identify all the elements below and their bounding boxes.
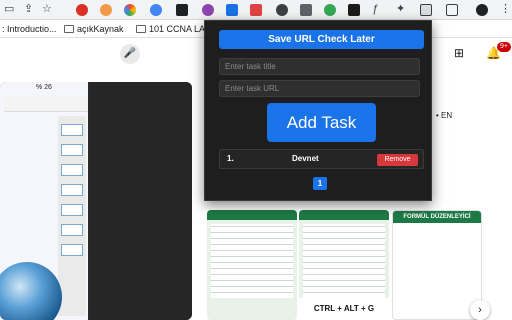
extension-shield-icon[interactable] [300,4,312,16]
pagination-page-button[interactable]: 1 [313,177,327,190]
add-task-button[interactable]: Add Task [267,103,376,142]
extension-mail-icon[interactable] [250,4,262,16]
extension-blue-icon[interactable] [150,4,162,16]
slide-thumb [61,144,83,156]
slide-thumb [61,124,83,136]
extension-gray-icon[interactable] [276,4,288,16]
bookmark-label: : Introductio... [2,24,57,34]
dark-panel [90,82,192,320]
excel-ribbon [299,210,389,220]
extension-doc-icon[interactable] [226,4,238,16]
task-list-item: 1. Devnet Remove [219,149,424,169]
folder-icon [64,25,74,33]
browser-toolbar: ▭ ⇪ ☆ ƒ ✦ ⋮ [0,0,512,20]
share-icon[interactable]: ⇪ [24,2,33,16]
video-thumbnail-formula[interactable]: FORMÜL DÜZENLEYİCİ [392,210,482,320]
slide-thumb [61,164,83,176]
extension-orange-icon[interactable] [100,4,112,16]
profile-icon[interactable] [476,4,488,16]
formula-header: FORMÜL DÜZENLEYİCİ [393,211,481,223]
extension-fx-icon[interactable]: ƒ [372,2,378,16]
mic-icon[interactable]: 🎤 [120,44,140,64]
video-thumbnail-left[interactable]: % 26 [0,82,192,320]
extension-red-icon[interactable] [76,4,88,16]
tab-search-icon[interactable] [446,4,458,16]
create-video-icon[interactable]: ⊞ [454,46,464,60]
video-thumbnail-excel-1[interactable] [207,210,297,320]
extension-dark-icon[interactable] [176,4,188,16]
chevron-right-icon[interactable]: › [470,300,490,320]
bookmark-star-icon[interactable]: ☆ [42,2,52,16]
extension-green-icon[interactable] [324,4,336,16]
folder-icon [136,25,146,33]
excel-ribbon [207,210,297,220]
task-index: 1. [227,154,234,163]
extension-colorful-icon[interactable] [124,4,136,16]
task-name[interactable]: Devnet [292,154,319,163]
phone-toolbar [4,96,88,112]
bookmark-label: açıkKaynak [77,24,124,34]
slide-thumb [61,184,83,196]
save-url-button[interactable]: Save URL Check Later [219,30,424,49]
extension-black-icon[interactable] [348,4,360,16]
active-extension-icon[interactable] [420,4,432,16]
task-url-input[interactable] [219,80,420,97]
extension-purple-icon[interactable] [202,4,214,16]
puzzle-icon[interactable]: ✦ [396,2,405,16]
bookmark-item-introduction[interactable]: : Introductio... [2,23,57,35]
slide-thumb [61,244,83,256]
spreadsheet-grid [211,224,293,298]
cast-icon[interactable]: ▭ [4,2,14,16]
extension-popup: Save URL Check Later Add Task 1. Devnet … [204,20,432,201]
remove-task-button[interactable]: Remove [377,154,418,166]
video-meta-text: • EN [436,111,453,120]
menu-icon[interactable]: ⋮ [500,2,511,16]
slide-thumb [61,204,83,216]
spreadsheet-grid [303,224,385,298]
bookmark-folder-acikkaynak[interactable]: açıkKaynak [64,23,124,35]
slide-thumb [61,224,83,236]
task-title-input[interactable] [219,58,420,75]
video-thumbnail-excel-2[interactable]: CTRL + ALT + G [299,210,389,320]
phone-status-text: % 26 [36,84,52,91]
notification-badge: 9+ [497,42,511,52]
thumbnail-caption: CTRL + ALT + G [299,298,389,320]
